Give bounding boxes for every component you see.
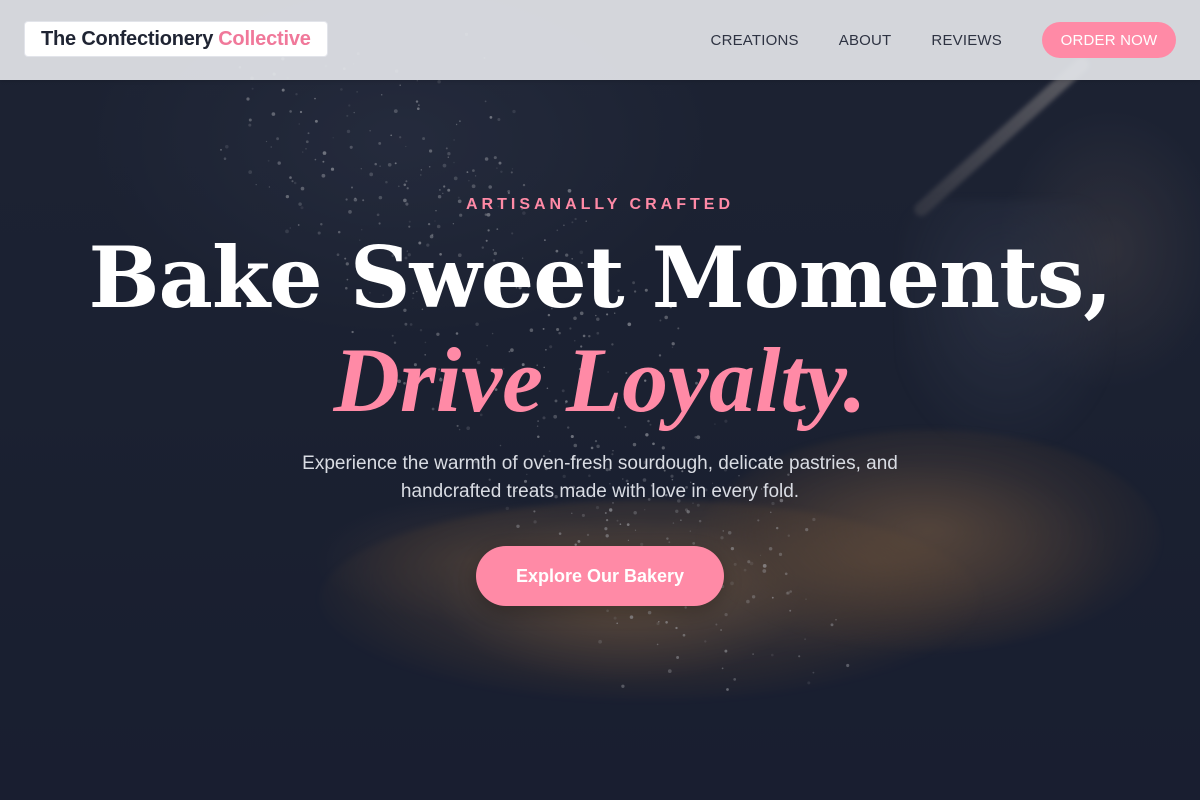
nav-link-about[interactable]: ABOUT <box>839 32 892 49</box>
landing-page: The Confectionery Collective CREATIONS A… <box>0 0 1200 800</box>
brand-name-accent: Collective <box>218 27 311 50</box>
hero-eyebrow: ARTISANALLY CRAFTED <box>465 196 734 213</box>
hero-headline-line-2: Drive Loyalty. <box>333 329 867 431</box>
brand-name: The Confectionery <box>41 27 214 50</box>
nav-link-reviews[interactable]: REVIEWS <box>931 32 1002 49</box>
hero-description: Experience the warmth of oven-fresh sour… <box>302 453 898 502</box>
site-header: The Confectionery Collective CREATIONS A… <box>0 0 1200 80</box>
brand-logo[interactable]: The Confectionery Collective <box>24 21 328 57</box>
nav-link-creations[interactable]: CREATIONS <box>711 32 799 49</box>
explore-bakery-button[interactable]: Explore Our Bakery <box>476 546 724 606</box>
main-navigation: CREATIONS ABOUT REVIEWS ORDER NOW <box>711 0 1176 80</box>
order-now-button[interactable]: ORDER NOW <box>1042 22 1176 58</box>
hero-headline-line-1: Bake Sweet Moments, <box>88 228 1113 327</box>
